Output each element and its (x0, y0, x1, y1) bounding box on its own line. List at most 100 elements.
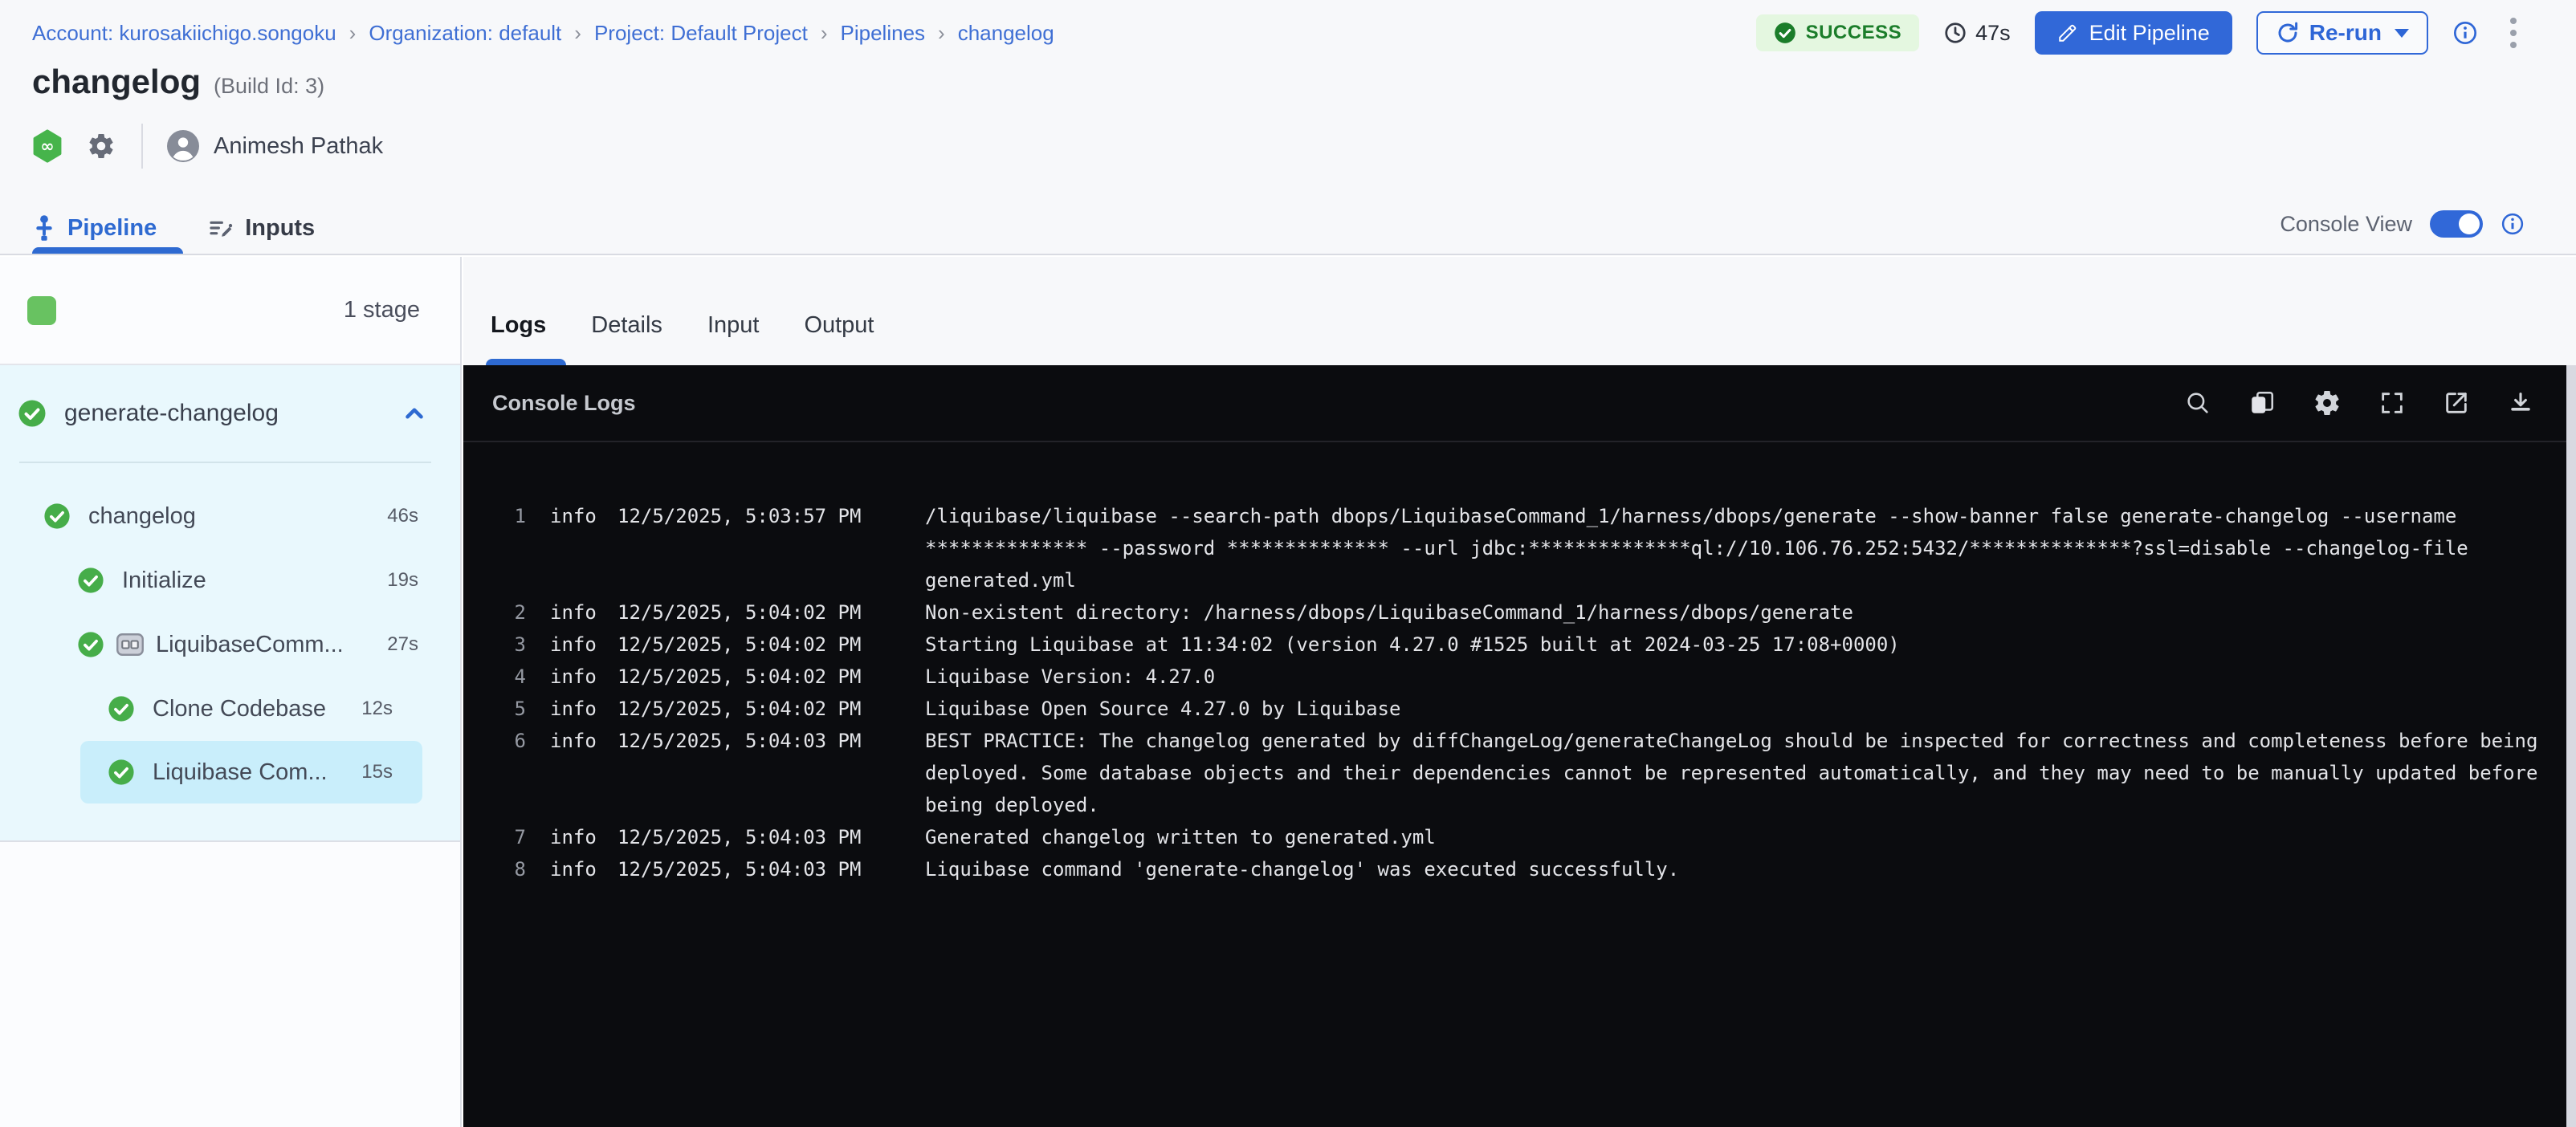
log-line-number: 2 (491, 596, 526, 629)
breadcrumb-separator: › (938, 21, 945, 46)
log-message: Liquibase Open Source 4.27.0 by Liquibas… (925, 693, 2550, 725)
step-row-initialize[interactable]: Initialize 19s (0, 548, 460, 612)
rerun-info-icon[interactable] (2452, 20, 2478, 46)
svg-text:∞: ∞ (40, 136, 54, 156)
breadcrumb-account[interactable]: Account: kurosakiichigo.songoku (32, 21, 336, 46)
fullscreen-icon[interactable] (2378, 389, 2406, 417)
breadcrumb-changelog[interactable]: changelog (958, 21, 1054, 46)
pencil-icon (2057, 22, 2078, 43)
build-id: (Build Id: 3) (214, 74, 324, 99)
status-badge: SUCCESS (1756, 14, 1920, 51)
step-duration: 12s (361, 698, 393, 720)
tab-output[interactable]: Output (804, 312, 874, 339)
check-circle-icon (43, 502, 71, 530)
success-check-icon (1774, 22, 1796, 44)
log-line-number: 7 (491, 821, 526, 853)
log-line: 4info12/5/2025, 5:04:02 PMLiquibase Vers… (491, 661, 2576, 693)
tab-details[interactable]: Details (591, 312, 662, 339)
log-level: info (550, 853, 609, 885)
log-message: Non-existent directory: /harness/dbops/L… (925, 596, 2550, 629)
step-label: LiquibaseComm... (156, 632, 344, 658)
status-text: SUCCESS (1806, 22, 1902, 44)
log-timestamp: 12/5/2025, 5:03:57 PM (618, 500, 862, 532)
log-line-number: 5 (491, 693, 526, 725)
check-circle-icon (77, 567, 104, 594)
log-line: 3 info 12/5/2025, 5:04:02 PM Starting Liqui… (491, 629, 2576, 661)
breadcrumb-organization[interactable]: Organization: default (369, 21, 561, 46)
step-details-panel: Logs Details Input Output Console Logs (463, 257, 2576, 1127)
console-view-info-icon[interactable] (2501, 212, 2525, 236)
console-view-toggle[interactable] (2430, 210, 2483, 238)
log-line: 2 info 12/5/2025, 5:04:02 PM Non-existent d… (491, 596, 2576, 629)
breadcrumb-pipelines[interactable]: Pipelines (841, 21, 926, 46)
copy-icon[interactable] (2248, 389, 2276, 417)
tab-pipeline-label: Pipeline (67, 215, 157, 242)
console-panel: Console Logs (463, 365, 2576, 1127)
log-level: info (550, 500, 609, 532)
step-duration: 15s (361, 761, 393, 783)
log-level: info (550, 821, 609, 853)
execution-sidebar: 1 stage generate-changelog changelog 46s (0, 257, 462, 1127)
log-level: info (550, 629, 609, 661)
rerun-label: Re-run (2309, 20, 2382, 46)
stage-summary-header: 1 stage (0, 257, 460, 365)
log-timestamp: 12/5/2025, 5:04:03 PM (618, 725, 862, 757)
breadcrumb-separator: › (574, 21, 581, 46)
inputs-edit-icon (208, 215, 234, 241)
log-level: info (550, 661, 609, 693)
tab-inputs[interactable]: Inputs (208, 202, 315, 254)
tab-logs[interactable]: Logs (491, 312, 546, 339)
log-timestamp: 12/5/2025, 5:04:03 PM (618, 821, 862, 853)
stage-count: 1 stage (344, 297, 420, 323)
pipeline-settings-gear-icon[interactable] (87, 132, 116, 161)
tab-pipeline[interactable]: Pipeline (32, 202, 157, 254)
active-tab-underline (32, 247, 183, 254)
active-tab-underline (486, 359, 566, 365)
step-duration: 46s (387, 505, 418, 527)
log-timestamp: 12/5/2025, 5:04:02 PM (618, 693, 862, 725)
check-circle-icon (77, 631, 104, 658)
log-line: 1info12/5/2025, 5:03:57 PM/liquibase/liq… (491, 500, 2576, 596)
step-row-clone-codebase[interactable]: Clone Codebase 12s (0, 677, 460, 741)
step-label: changelog (88, 503, 196, 530)
log-message: Liquibase Version: 4.27.0 (925, 661, 2550, 693)
step-group-icon (116, 633, 145, 657)
edit-pipeline-button[interactable]: Edit Pipeline (2035, 11, 2232, 55)
author-name: Animesh Pathak (214, 133, 383, 160)
log-line: 6info12/5/2025, 5:04:03 PMBEST PRACTICE:… (491, 725, 2576, 821)
step-list: changelog 46s Initialize 19s LiquibaseCo… (0, 463, 460, 804)
stage-status-square (27, 296, 56, 325)
settings-gear-icon[interactable] (2313, 389, 2342, 417)
toggle-knob (2459, 214, 2480, 234)
console-scrollbar[interactable] (2566, 365, 2576, 1127)
log-message: Generated changelog written to generated… (925, 821, 2550, 853)
tab-input[interactable]: Input (707, 312, 760, 339)
ci-module-icon: ∞ (32, 129, 63, 163)
chevron-up-icon[interactable] (401, 400, 428, 427)
stage-row-generate-changelog[interactable]: generate-changelog (0, 365, 460, 462)
download-icon[interactable] (2507, 389, 2534, 417)
rerun-button[interactable]: Re-run (2256, 11, 2428, 55)
step-label: Initialize (122, 568, 206, 594)
step-row-changelog[interactable]: changelog 46s (0, 484, 460, 548)
log-level: info (550, 596, 609, 629)
page-header: Account: kurosakiichigo.songoku › Organi… (0, 0, 2576, 255)
breadcrumb-project[interactable]: Project: Default Project (594, 21, 808, 46)
open-in-new-icon[interactable] (2443, 389, 2470, 417)
check-circle-icon (108, 759, 135, 786)
console-toolbar (2184, 389, 2534, 417)
more-options-menu[interactable] (2502, 13, 2525, 53)
check-circle-icon (18, 399, 47, 428)
step-row-liquibase-group[interactable]: LiquibaseComm... 27s (0, 612, 460, 677)
console-title: Console Logs (463, 391, 636, 416)
log-timestamp: 12/5/2025, 5:04:03 PM (618, 853, 862, 885)
duration-text: 47s (1975, 21, 2011, 46)
step-row-liquibase-command-selected[interactable]: Liquibase Com... 15s (80, 741, 422, 804)
log-timestamp: 12/5/2025, 5:04:02 PM (618, 629, 862, 661)
log-line-number: 1 (491, 500, 526, 532)
search-icon[interactable] (2184, 389, 2211, 417)
log-line-number: 3 (491, 629, 526, 661)
log-message: Starting Liquibase at 11:34:02 (version … (925, 629, 2550, 661)
log-timestamp: 12/5/2025, 5:04:02 PM (618, 596, 862, 629)
vertical-divider (141, 124, 143, 169)
